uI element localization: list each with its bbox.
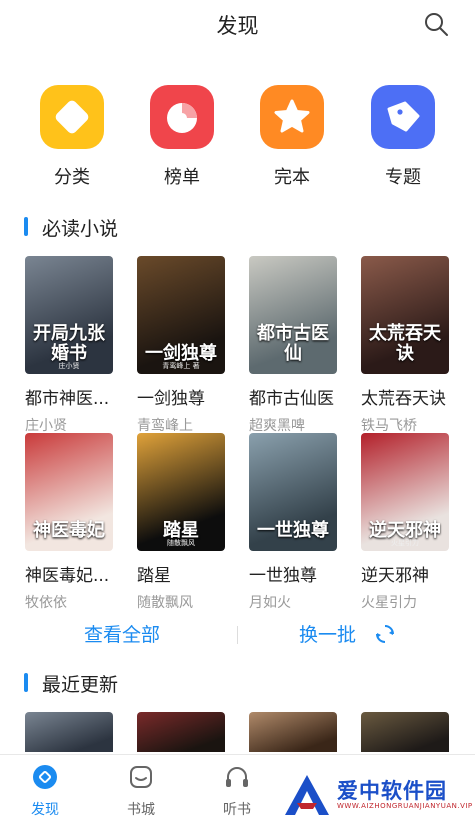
category-label: 榜单 xyxy=(164,167,200,188)
book-title: 一世独尊 xyxy=(249,566,317,586)
book-card[interactable]: 逆天邪神 火星引力 逆天邪神 火星引力 xyxy=(361,433,453,612)
book-card[interactable]: 一剑独尊 青鸾峰上 著一剑独尊青鸾峰上 xyxy=(137,256,229,435)
divider xyxy=(237,626,238,644)
book-cover: 踏星 随散飘风 xyxy=(137,433,225,551)
cover-author: 庄小贤 xyxy=(58,362,80,370)
book-cover: 逆天邪神 火星引力 xyxy=(361,433,449,551)
cover-title: 太荒吞天诀 xyxy=(369,323,441,365)
view-all-button[interactable]: 查看全部 xyxy=(84,620,160,647)
book-card[interactable]: 都市古医仙都市古仙医超爽黑啤 xyxy=(249,256,341,435)
cover-author: 青鸾峰上 著 xyxy=(162,362,200,370)
book-card[interactable]: 神医毒妃神医毒妃... 牧依依 xyxy=(25,433,117,612)
tab-label: 书城 xyxy=(127,802,155,818)
tab-discover[interactable]: 发现 xyxy=(10,763,80,819)
refresh-button[interactable]: 换一批 xyxy=(299,620,396,647)
section-actions: 查看全部 换一批 xyxy=(0,620,475,650)
book-cover: 神医毒妃 xyxy=(25,433,113,551)
book-title: 都市古仙医 xyxy=(249,389,334,409)
category-shortcuts: 分类 榜单 完本 专题 xyxy=(0,85,475,195)
refresh-icon xyxy=(376,625,395,643)
book-cover: 都市古医仙 xyxy=(249,256,337,374)
category-label: 完本 xyxy=(274,167,310,188)
section-title-recent: 最近更新 xyxy=(24,670,118,697)
bookstore-icon xyxy=(130,766,152,788)
topic-tag-icon xyxy=(371,85,435,149)
book-title: 踏星 xyxy=(137,566,171,586)
category-label: 专题 xyxy=(385,167,421,188)
book-card[interactable]: 踏星 随散飘风 踏星 随散飘风 xyxy=(137,433,229,612)
cover-title: 神医毒妃 xyxy=(33,520,105,542)
section-title-must-read: 必读小说 xyxy=(24,214,118,241)
book-cover: 太荒吞天诀 xyxy=(361,256,449,374)
tab-label: 发现 xyxy=(31,802,59,818)
book-title: 都市神医... xyxy=(25,389,110,409)
book-author: 青鸾峰上 xyxy=(137,418,193,434)
book-cover: 开局九张婚书 庄小贤 xyxy=(25,256,113,374)
book-author: 随散飘风 xyxy=(137,595,193,611)
book-card[interactable]: 一世独尊 一世独尊 月如火 xyxy=(249,433,341,612)
top-bar: 发现 xyxy=(0,0,475,48)
book-cover: 一世独尊 xyxy=(249,433,337,551)
watermark-url: WWW.AIZHONGRUANJIANYUAN.VIP xyxy=(337,802,473,810)
recent-book-cover[interactable] xyxy=(361,712,449,752)
book-author: 铁马飞桥 xyxy=(361,418,417,434)
book-card[interactable]: 太荒吞天诀 太荒吞天诀 铁马飞桥 xyxy=(361,256,453,435)
cover-title: 一世独尊 xyxy=(257,520,329,542)
cover-author: 火星引力 xyxy=(391,539,419,547)
category-button-ranking[interactable]: 榜单 xyxy=(132,85,232,189)
book-title: 太荒吞天诀 xyxy=(361,389,446,409)
cover-author: 随散飘风 xyxy=(167,539,195,547)
book-cover: 一剑独尊 青鸾峰上 著 xyxy=(137,256,225,374)
cover-title: 都市古医仙 xyxy=(257,323,329,365)
book-author: 牧依依 xyxy=(25,595,67,611)
category-icon xyxy=(40,85,104,149)
tab-audiobook[interactable]: 听书 xyxy=(202,763,272,819)
watermark-text: 爱中软件园 xyxy=(337,779,447,803)
recent-book-cover[interactable] xyxy=(137,712,225,752)
cover-title: 开局九张婚书 xyxy=(33,323,105,365)
watermark-logo-icon xyxy=(285,775,329,815)
headphones-icon xyxy=(226,767,248,787)
refresh-label: 换一批 xyxy=(299,624,357,646)
discover-icon xyxy=(33,765,57,789)
category-button-classify[interactable]: 分类 xyxy=(22,85,122,189)
recent-book-cover[interactable] xyxy=(25,712,113,752)
book-title: 逆天邪神 xyxy=(361,566,429,586)
category-button-topic[interactable]: 专题 xyxy=(353,85,453,189)
tab-bookstore[interactable]: 书城 xyxy=(106,763,176,819)
book-card[interactable]: 开局九张婚书 庄小贤 都市神医... 庄小贤 xyxy=(25,256,117,435)
page-title: 发现 xyxy=(216,14,259,38)
book-author: 月如火 xyxy=(249,595,291,611)
complete-star-icon xyxy=(260,85,324,149)
recent-book-cover[interactable] xyxy=(249,712,337,752)
ranking-icon xyxy=(150,85,214,149)
book-title: 神医毒妃... xyxy=(25,566,110,586)
book-author: 火星引力 xyxy=(361,595,417,611)
book-title: 一剑独尊 xyxy=(137,389,205,409)
category-label: 分类 xyxy=(54,167,90,188)
book-author: 庄小贤 xyxy=(25,418,67,434)
tab-label: 听书 xyxy=(223,802,251,818)
search-icon[interactable] xyxy=(423,11,449,37)
watermark: 爱中软件园 WWW.AIZHONGRUANJIANYUAN.VIP xyxy=(275,770,475,820)
category-button-complete[interactable]: 完本 xyxy=(242,85,342,189)
book-author: 超爽黑啤 xyxy=(249,418,305,434)
